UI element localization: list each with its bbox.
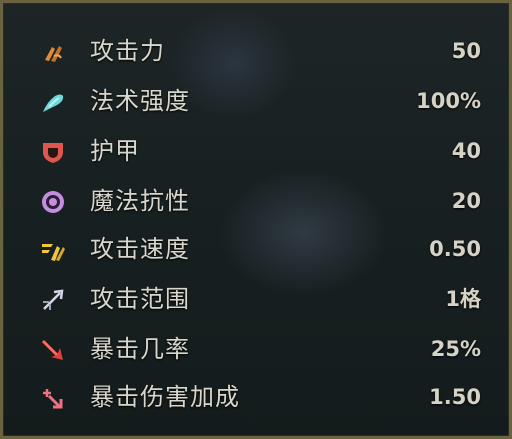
ability-power-icon bbox=[39, 88, 67, 116]
stat-row-crit-damage: 暴击伤害加成 1.50 bbox=[3, 373, 509, 423]
stat-label: 护甲 bbox=[90, 137, 140, 165]
armor-icon bbox=[39, 138, 67, 166]
stat-value: 20 bbox=[451, 189, 481, 213]
stat-value: 25% bbox=[430, 337, 481, 361]
stat-value: 1格 bbox=[445, 287, 481, 311]
stat-row-armor: 护甲 40 bbox=[3, 127, 509, 177]
crit-damage-icon bbox=[39, 384, 67, 412]
stat-value: 1.50 bbox=[429, 385, 481, 409]
stat-row-attack-speed: 攻击速度 0.50 bbox=[3, 225, 509, 275]
stat-row-magic-resist: 魔法抗性 20 bbox=[3, 177, 509, 227]
crit-chance-icon bbox=[39, 336, 67, 364]
stat-label: 法术强度 bbox=[90, 87, 190, 115]
magic-resist-icon bbox=[39, 188, 67, 216]
stat-label: 攻击力 bbox=[90, 37, 165, 65]
stat-row-attack-range: 攻击范围 1格 bbox=[3, 275, 509, 325]
stat-row-ability-power: 法术强度 100% bbox=[3, 77, 509, 127]
attack-damage-icon bbox=[39, 38, 67, 66]
stat-label: 魔法抗性 bbox=[90, 187, 190, 215]
stat-value: 50 bbox=[451, 39, 481, 63]
stat-label: 攻击范围 bbox=[90, 285, 190, 313]
unit-stats-tooltip: 攻击力 50 法术强度 100% 护甲 40 魔法抗性 20 攻击速度 0.50… bbox=[0, 0, 512, 439]
stat-row-crit-chance: 暴击几率 25% bbox=[3, 325, 509, 375]
stat-value: 40 bbox=[451, 139, 481, 163]
attack-speed-icon bbox=[39, 236, 67, 264]
stat-label: 暴击几率 bbox=[90, 335, 190, 363]
stat-label: 暴击伤害加成 bbox=[90, 383, 240, 411]
stat-value: 0.50 bbox=[429, 237, 481, 261]
stat-row-attack-damage: 攻击力 50 bbox=[3, 27, 509, 77]
stat-label: 攻击速度 bbox=[90, 235, 190, 263]
stat-value: 100% bbox=[416, 89, 481, 113]
attack-range-icon bbox=[39, 286, 67, 314]
